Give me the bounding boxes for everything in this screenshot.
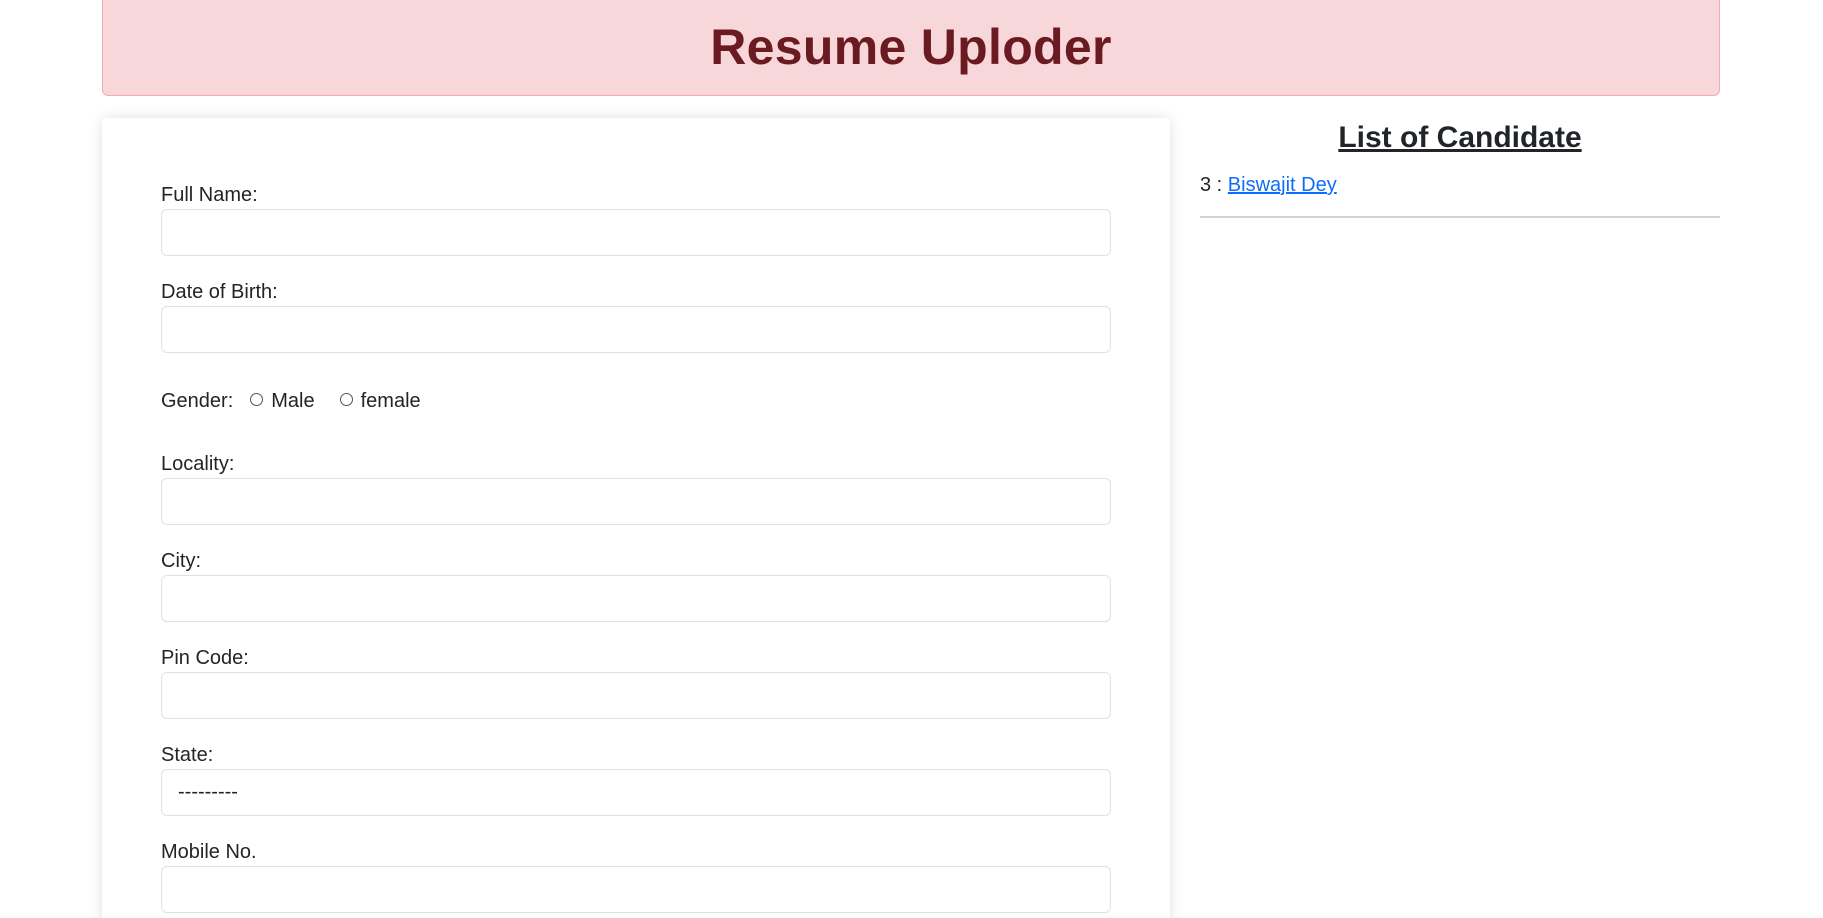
state-selected-value: ---------	[178, 781, 238, 803]
city-input[interactable]	[161, 575, 1111, 622]
candidate-list-panel: List of Candidate 3 : Biswajit Dey	[1200, 118, 1720, 218]
header-banner: Resume Uploder	[102, 0, 1720, 96]
resume-form-card: Full Name: Date of Birth: Gender: Male f…	[102, 118, 1170, 918]
city-label: City:	[161, 550, 201, 572]
state-select[interactable]: ---------	[161, 769, 1111, 816]
mobile-label: Mobile No.	[161, 841, 257, 863]
list-item: 3 : Biswajit Dey	[1200, 170, 1720, 200]
divider	[1200, 216, 1720, 218]
pin-code-label: Pin Code:	[161, 647, 249, 669]
pin-code-input[interactable]	[161, 672, 1111, 719]
locality-label: Locality:	[161, 453, 235, 475]
mobile-input[interactable]	[161, 866, 1111, 913]
full-name-label: Full Name:	[161, 184, 258, 206]
gender-male-label: Male	[271, 390, 315, 412]
candidate-separator: :	[1211, 174, 1228, 196]
gender-label: Gender:	[161, 390, 234, 412]
state-label: State:	[161, 744, 214, 766]
locality-input[interactable]	[161, 478, 1111, 525]
gender-female-label: female	[360, 390, 421, 412]
gender-female-radio[interactable]	[339, 393, 353, 406]
candidate-link[interactable]: Biswajit Dey	[1228, 174, 1337, 196]
dob-label: Date of Birth:	[161, 281, 278, 303]
dob-input[interactable]	[161, 306, 1111, 353]
gender-male-radio[interactable]	[250, 393, 264, 406]
page: Resume Uploder Full Name: Date of Birth:…	[0, 0, 1823, 918]
full-name-input[interactable]	[161, 209, 1111, 256]
candidate-list-title: List of Candidate	[1338, 121, 1582, 154]
gender-row: Gender: Male female	[161, 390, 421, 413]
candidate-id: 3	[1200, 174, 1212, 196]
page-title: Resume Uploder	[710, 19, 1112, 75]
